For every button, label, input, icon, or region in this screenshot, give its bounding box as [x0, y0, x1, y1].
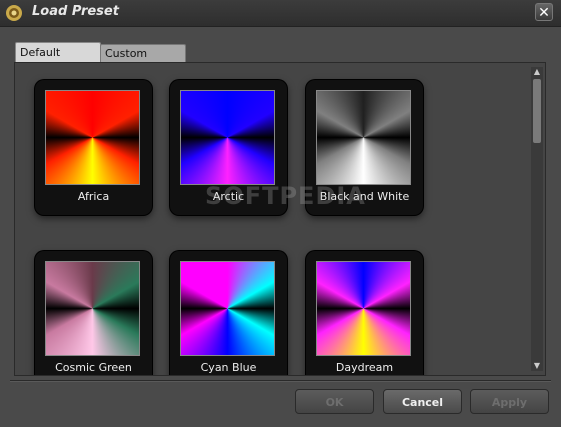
divider: [10, 380, 551, 382]
preset-label: Cyan Blue: [200, 361, 257, 374]
cancel-button[interactable]: Cancel: [383, 389, 462, 414]
preset-tile-cosmic-green[interactable]: Cosmic Green: [35, 251, 152, 375]
preset-swatch: [180, 90, 275, 185]
preset-label: Cosmic Green: [55, 361, 132, 374]
apply-button[interactable]: Apply: [470, 389, 549, 414]
preset-tile-africa[interactable]: Africa: [35, 80, 152, 215]
title-bar: Load Preset ✕: [0, 0, 561, 27]
tab-default-presets[interactable]: Default Presets: [15, 42, 101, 79]
preset-swatch: [316, 261, 411, 356]
scroll-thumb[interactable]: [533, 79, 541, 143]
close-icon: ✕: [538, 5, 550, 21]
presets-panel: Africa Arctic Black and White Cosmic Gre…: [14, 62, 546, 376]
scroll-down-icon[interactable]: ▼: [531, 361, 543, 371]
app-logo-icon: [6, 5, 22, 21]
vertical-scrollbar[interactable]: ▲ ▼: [531, 67, 543, 371]
preset-swatch: [180, 261, 275, 356]
tab-custom-presets[interactable]: Custom Presets: [100, 44, 186, 78]
preset-label: Africa: [77, 190, 110, 203]
scroll-up-icon[interactable]: ▲: [531, 67, 543, 77]
ok-button[interactable]: OK: [295, 389, 374, 414]
preset-swatch: [45, 90, 140, 185]
preset-tile-cyan-blue[interactable]: Cyan Blue: [170, 251, 287, 375]
preset-tile-daydream[interactable]: Daydream: [306, 251, 423, 375]
preset-swatch: [316, 90, 411, 185]
preset-swatch: [45, 261, 140, 356]
preset-label: Daydream: [335, 361, 394, 374]
watermark-text: SOFTPEDIA: [205, 182, 366, 210]
close-button[interactable]: ✕: [535, 3, 553, 21]
window-title: Load Preset: [32, 4, 119, 19]
